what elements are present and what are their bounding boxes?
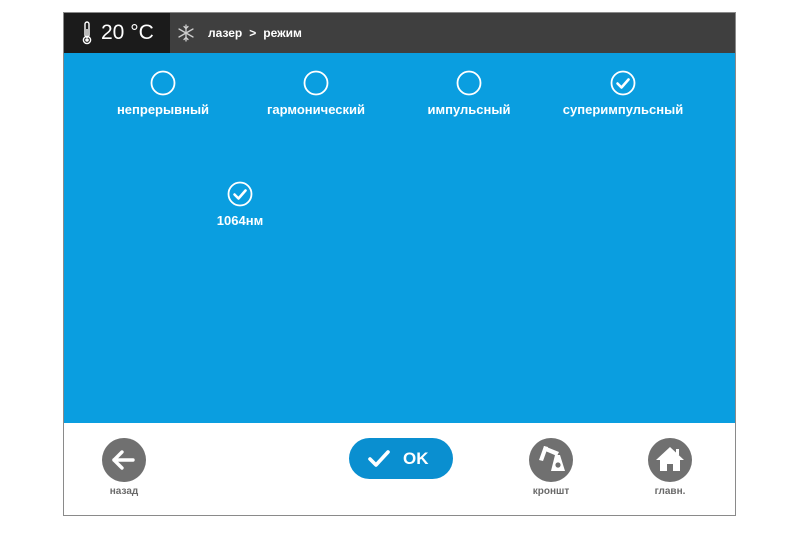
bracket-button[interactable]: кроншт: [511, 438, 591, 498]
mode-selection-panel: непрерывный гармонический импульсный суп…: [64, 53, 735, 423]
breadcrumb: лазер > режим: [208, 26, 302, 40]
home-icon: [648, 438, 692, 482]
back-label: назад: [109, 486, 139, 497]
radio-unchecked-icon: [150, 70, 176, 96]
wavelength-label: 1064нм: [216, 213, 264, 228]
snowflake-icon: [178, 24, 194, 42]
home-button[interactable]: главн.: [630, 438, 710, 498]
back-button[interactable]: назад: [84, 438, 164, 498]
bracket-label: кроншт: [532, 486, 570, 497]
breadcrumb-item-laser[interactable]: лазер: [208, 26, 242, 40]
ok-label: OK: [403, 449, 429, 468]
device-screen: 20 °C лазер > режим непрерывный гармонич…: [63, 12, 736, 516]
mode-option-harmonic[interactable]: гармонический: [246, 70, 386, 118]
wavelength-option-1064[interactable]: 1064нм: [170, 181, 310, 229]
arrow-left-icon: [102, 438, 146, 482]
radio-checked-icon: [227, 181, 253, 207]
home-label: главн.: [654, 486, 686, 497]
radio-unchecked-icon: [456, 70, 482, 96]
radio-checked-icon: [610, 70, 636, 96]
mode-label: гармонический: [267, 102, 365, 117]
mode-option-continuous[interactable]: непрерывный: [93, 70, 233, 118]
breadcrumb-separator: >: [249, 26, 257, 40]
top-bar: 20 °C лазер > режим: [64, 13, 735, 53]
mode-label: непрерывный: [116, 102, 210, 117]
mode-option-pulsed[interactable]: импульсный: [399, 70, 539, 118]
temperature-panel: 20 °C: [64, 13, 170, 53]
bottom-bar: назад OK кроншт главн.: [64, 423, 735, 515]
mode-label: импульсный: [427, 102, 511, 117]
ok-button[interactable]: OK: [349, 438, 453, 479]
checkmark-icon: [368, 450, 390, 467]
radio-unchecked-icon: [303, 70, 329, 96]
mode-label: суперимпульсный: [562, 102, 684, 117]
mode-option-superpulsed[interactable]: суперимпульсный: [553, 70, 693, 118]
breadcrumb-item-mode: режим: [263, 26, 302, 40]
thermometer-icon: [82, 21, 92, 45]
articulated-arm-icon: [529, 438, 573, 482]
temperature-value: 20 °C: [101, 21, 154, 44]
